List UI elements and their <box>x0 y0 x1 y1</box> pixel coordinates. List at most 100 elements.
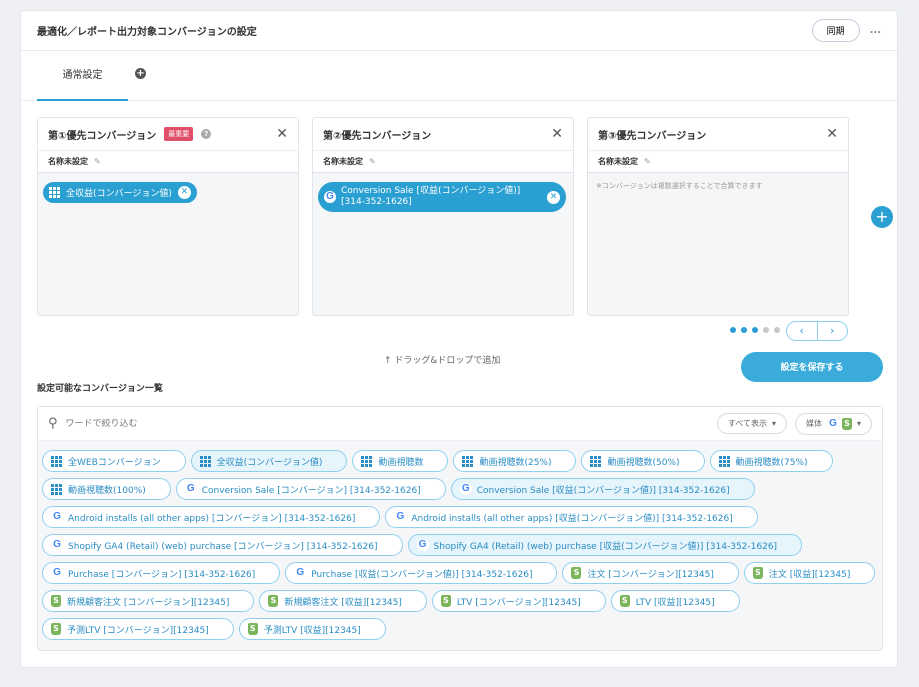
google-icon: G <box>394 511 407 523</box>
remove-chip-icon[interactable]: ✕ <box>177 186 191 199</box>
add-column-button[interactable]: + <box>871 206 893 228</box>
close-icon[interactable]: ✕ <box>826 126 838 142</box>
page-dot[interactable] <box>741 327 747 333</box>
sync-button[interactable]: 同期 <box>811 19 860 42</box>
shopify-icon: S <box>619 595 630 607</box>
card-header: 最適化／レポート出力対象コンバージョンの設定 同期 ... <box>21 11 897 51</box>
conversion-chip[interactable]: S LTV [収益][12345] <box>610 590 740 612</box>
conversion-chip[interactable]: S 新規顧客注文 [コンバージョン][12345] <box>42 590 255 612</box>
conversion-chip[interactable]: 全収益(コンバージョン値) <box>190 450 348 472</box>
edit-pencil-icon[interactable]: ✎ <box>94 157 101 166</box>
conversion-chip[interactable]: G Conversion Sale [コンバージョン] [314-352-1626… <box>175 478 446 500</box>
save-settings-button[interactable]: 設定を保存する <box>741 352 883 382</box>
close-icon[interactable]: ✕ <box>276 126 288 142</box>
show-filter-dropdown[interactable]: すべて表示 ▾ <box>716 413 787 434</box>
page-title: 最適化／レポート出力対象コンバージョンの設定 <box>37 27 257 38</box>
conversion-chip[interactable]: S 注文 [コンバージョン][12345] <box>562 562 739 584</box>
chip-label: 注文 [コンバージョン][12345] <box>587 569 714 580</box>
column-pager: ‹ › <box>786 321 848 341</box>
conversion-chip[interactable]: G Purchase [収益(コンバージョン値)] [314-352-1626] <box>285 562 558 584</box>
chip-label: 注文 [収益][12345] <box>768 569 851 580</box>
search-icon: ⚲ <box>48 416 58 431</box>
help-icon[interactable]: ? <box>201 129 212 139</box>
column-name: 名称未設定 <box>323 157 363 166</box>
conversion-chip[interactable]: G Shopify GA4 (Retail) (web) purchase [収益… <box>407 534 803 556</box>
chip-label: 全収益(コンバージョン値) <box>66 189 172 199</box>
tab-normal-settings[interactable]: 通常設定 <box>37 51 128 101</box>
priority-column-2[interactable]: 第②優先コンバージョン ✕ 名称未設定 ✎ G Conversion Sale [収益… <box>312 117 574 316</box>
chip-label: 予測LTV [コンバージョン][12345] <box>67 625 209 636</box>
conversion-chip[interactable]: S 予測LTV [収益][12345] <box>238 618 386 640</box>
conversion-chip[interactable]: 動画視聴数(100%) <box>42 478 171 500</box>
google-icon: G <box>51 567 63 579</box>
selected-conversion-chip[interactable]: G Conversion Sale [収益(コンバージョン値)] [314-352… <box>318 182 566 212</box>
grid-icon <box>49 187 60 198</box>
grid-icon <box>51 483 62 495</box>
column-title: 第②優先コンバージョン <box>323 130 432 142</box>
page-dot[interactable] <box>774 327 780 333</box>
chip-label: LTV [コンバージョン][12345] <box>456 597 581 608</box>
conversion-chip[interactable]: G Android installs (all other apps) [収益(コ… <box>385 506 758 528</box>
conversion-chip[interactable]: 全WEBコンバージョン <box>42 450 186 472</box>
conversion-chip[interactable]: 動画視聴数(25%) <box>453 450 577 472</box>
filter-label: すべて表示 <box>727 419 767 428</box>
chip-label: 新規顧客注文 [コンバージョン][12345] <box>67 597 230 608</box>
chip-label: Shopify GA4 (Retail) (web) purchase [収益(… <box>433 541 778 552</box>
chevron-down-icon: ▾ <box>856 419 861 428</box>
chip-label: 動画視聴数(100%) <box>68 485 146 496</box>
column-title: 第③優先コンバージョン <box>598 130 707 142</box>
tab-bar: 通常設定 + <box>21 51 897 101</box>
conversion-chip[interactable]: G Purchase [コンバージョン] [314-352-1626] <box>42 562 281 584</box>
page-dot[interactable] <box>763 327 769 333</box>
column-title: 第①優先コンバージョン <box>48 130 157 142</box>
chip-label: 動画視聴数 <box>378 457 424 468</box>
shopify-icon: S <box>841 417 852 430</box>
drag-drop-hint: ↑ ドラッグ&ドロップで追加 <box>384 356 501 366</box>
conversion-chip[interactable]: 動画視聴数(50%) <box>581 450 705 472</box>
conversion-chip-list: 全WEBコンバージョン 全収益(コンバージョン値) 動画視聴数 動画視聴数(25%) 動… <box>38 441 882 640</box>
priority-column-3[interactable]: 第③優先コンバージョン ✕ 名称未設定 ✎ ※コンバージョンは複数選択することで合算… <box>587 117 849 316</box>
prev-button[interactable]: ‹ <box>787 322 818 340</box>
column-name: 名称未設定 <box>48 157 88 166</box>
chip-label: Android installs (all other apps) [収益(コン… <box>411 513 733 524</box>
chevron-down-icon: ▾ <box>771 419 776 428</box>
google-icon: G <box>416 539 429 551</box>
page-dot[interactable] <box>730 327 736 333</box>
edit-pencil-icon[interactable]: ✎ <box>369 157 376 166</box>
conversion-chip[interactable]: G Shopify GA4 (Retail) (web) purchase [コン… <box>42 534 403 556</box>
conversion-chip[interactable]: S LTV [コンバージョン][12345] <box>431 590 606 612</box>
media-filter-dropdown[interactable]: 媒体 G S ▾ <box>794 412 872 435</box>
settings-card: 最適化／レポート出力対象コンバージョンの設定 同期 ... 通常設定 + 第①優… <box>20 10 898 668</box>
page-dot[interactable] <box>752 327 758 333</box>
close-icon[interactable]: ✕ <box>551 126 563 142</box>
search-input[interactable] <box>65 418 709 429</box>
chip-label: Conversion Sale [コンバージョン] [314-352-1626] <box>201 485 421 496</box>
shopify-icon: S <box>571 567 582 579</box>
google-icon: G <box>184 483 197 495</box>
conversion-chip[interactable]: 動画視聴数(75%) <box>709 450 833 472</box>
chip-label: 動画視聴数(50%) <box>607 457 680 468</box>
conversion-chip[interactable]: G Conversion Sale [収益(コンバージョン値)] [314-352… <box>450 478 755 500</box>
shopify-icon: S <box>752 567 763 579</box>
conversion-chip[interactable]: S 新規顧客注文 [収益][12345] <box>259 590 427 612</box>
priority-column-1[interactable]: 第①優先コンバージョン 最重要? ✕ 名称未設定 ✎ 全収益(コンバージョン値) ✕ <box>37 117 299 316</box>
conversion-chip[interactable]: S 予測LTV [コンバージョン][12345] <box>42 618 234 640</box>
grid-icon <box>718 455 730 467</box>
chip-label: 全WEBコンバージョン <box>68 457 161 468</box>
conversion-chip[interactable]: G Android installs (all other apps) [コンバー… <box>42 506 381 528</box>
most-important-badge: 最重要 <box>164 127 194 141</box>
next-button[interactable]: › <box>818 322 848 340</box>
conversion-chip[interactable]: 動画視聴数 <box>352 450 449 472</box>
chip-label: Conversion Sale [収益(コンバージョン値)] [314-352-… <box>341 186 521 207</box>
selected-conversion-chip[interactable]: 全収益(コンバージョン値) ✕ <box>43 182 197 203</box>
chip-label: Purchase [収益(コンバージョン値)] [314-352-1626] <box>311 569 533 580</box>
conversion-chip[interactable]: S 注文 [収益][12345] <box>743 562 876 584</box>
remove-chip-icon[interactable]: ✕ <box>547 190 560 204</box>
conversion-list-title: 設定可能なコンバージョン一覧 <box>37 384 163 394</box>
more-icon[interactable]: ... <box>870 25 881 36</box>
grid-icon <box>51 455 62 467</box>
edit-pencil-icon[interactable]: ✎ <box>644 157 651 166</box>
chip-label: 動画視聴数(75%) <box>735 457 808 468</box>
add-tab-icon[interactable]: + <box>135 68 146 79</box>
drop-hint: ※コンバージョンは複数選択することで合算できます <box>596 182 763 190</box>
